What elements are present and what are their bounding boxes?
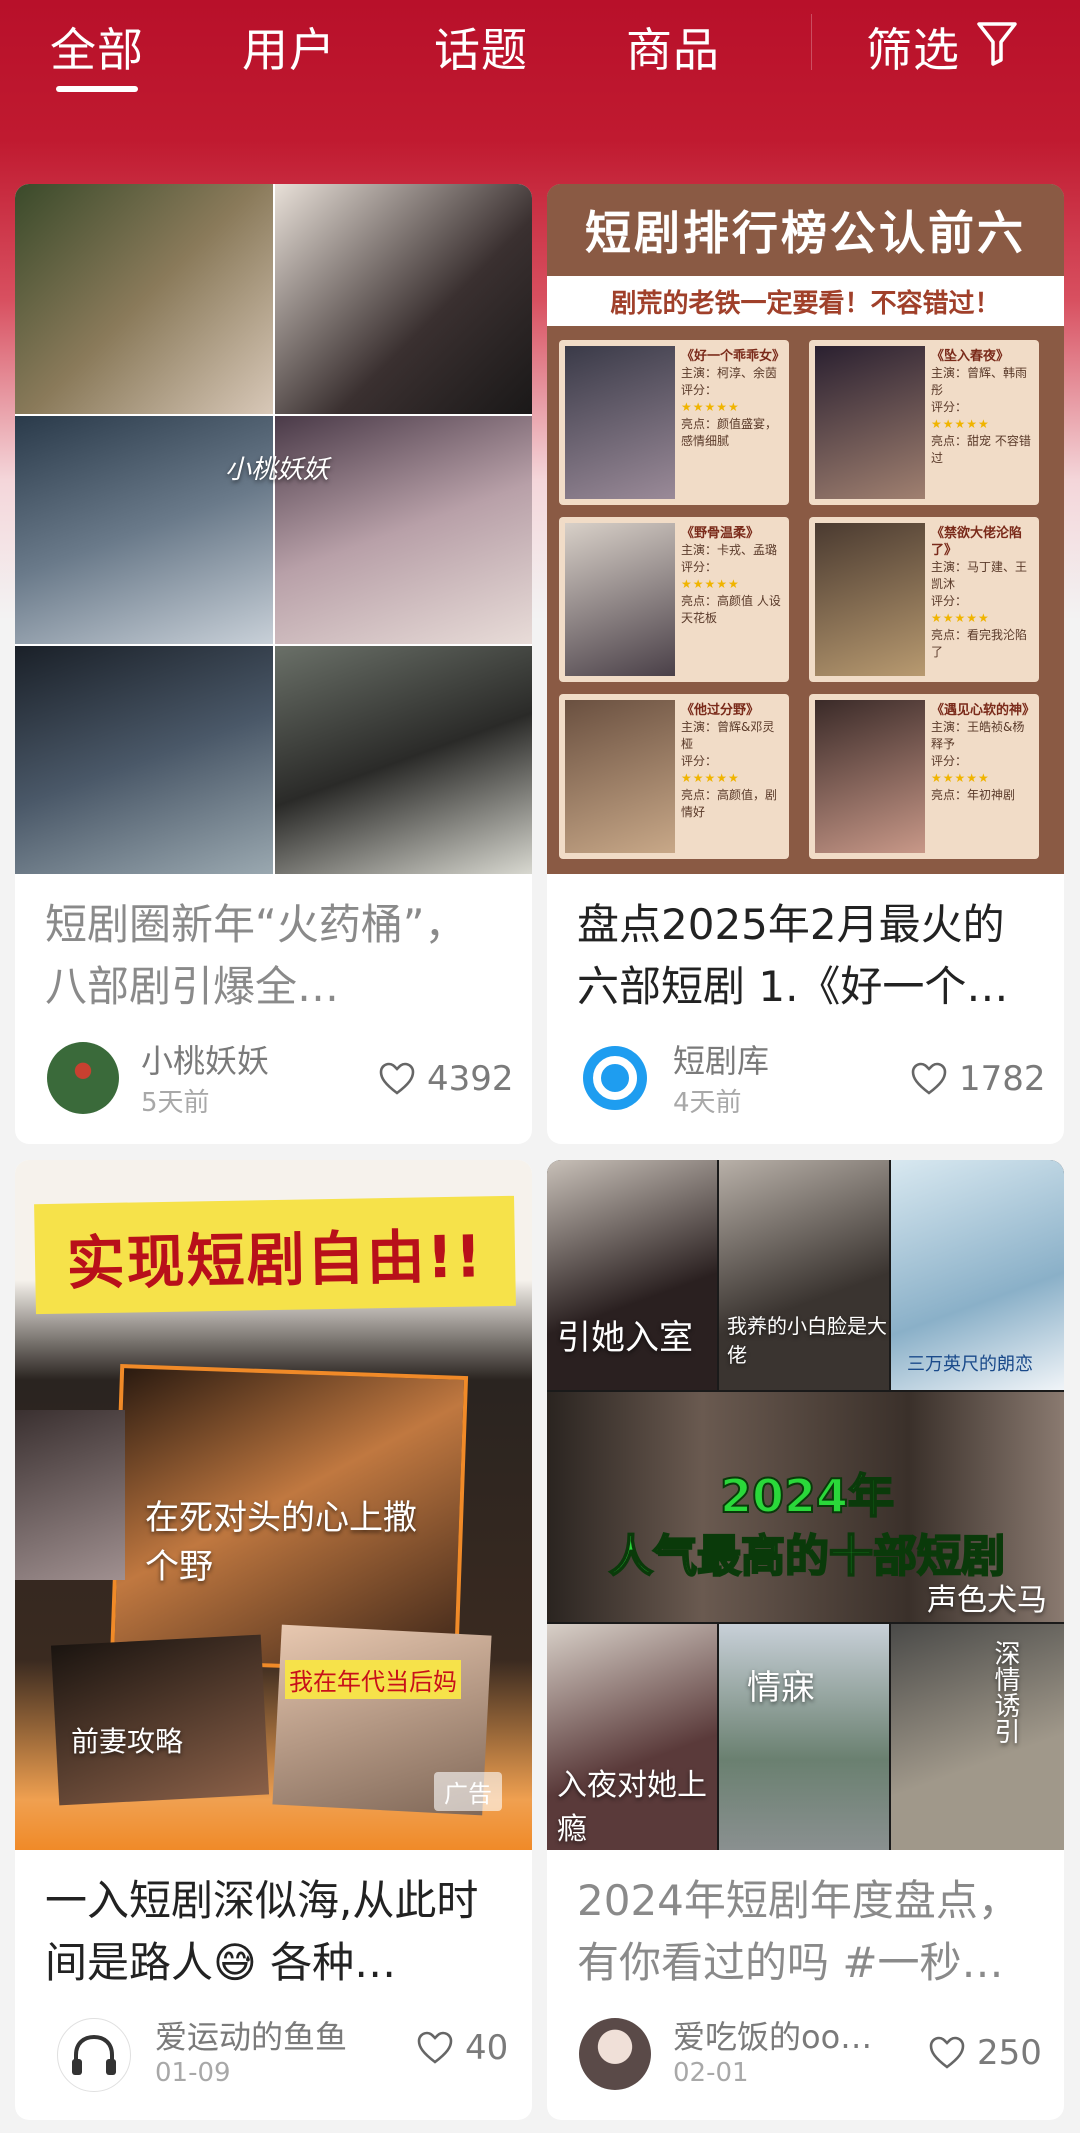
poster-title: 深情诱引 [990,1640,1020,1744]
post-time: 5天前 [141,1088,210,1118]
author-avatar[interactable] [579,1042,651,1114]
post-card[interactable]: 引她入室 我养的小白脸是大佬 三万英尺的朗恋 2024年 人气最高的十部短剧 声… [547,1160,1064,2120]
filter-icon[interactable] [975,18,1019,68]
author-avatar[interactable] [579,2018,651,2090]
author-avatar[interactable] [47,1042,119,1114]
author-avatar[interactable] [57,2018,131,2092]
heart-icon [379,1062,415,1095]
like-count: 40 [465,2028,509,2068]
ranking-item: 《坠入春夜》 主演：曾辉、韩雨彤 评分： ★★★★★ 亮点：甜宠 不容错过 [809,340,1039,505]
author-name[interactable]: 爱吃饭的oo… [673,2012,893,2058]
ranking-item: 《野骨温柔》 主演：卡戎、孟璐 评分： ★★★★★ 亮点：高颜值 人设天花板 [559,517,789,682]
tab-users[interactable]: 用户 [242,14,336,80]
ranking-item: 《遇见心软的神》 主演：王皓祯&杨释予 评分： ★★★★★ 亮点：年初神剧 [809,694,1039,859]
like-button[interactable]: 40 [415,2026,508,2070]
poster-caption: 小桃妖妖 [225,455,330,485]
post-title[interactable]: 短剧圈新年“火药桶”，八部剧引爆全… [45,894,502,1018]
poster-title: 前妻攻略 [71,1725,184,1758]
like-count: 1782 [959,1059,1046,1099]
poster-title: 三万英尺的朗恋 [907,1354,1033,1375]
ad-label: 广告 [434,1772,502,1811]
poster-title: 入夜对她上瘾 [557,1768,707,1847]
like-count: 4392 [427,1059,514,1099]
author-name[interactable]: 小桃妖妖 [141,1036,321,1082]
post-card[interactable]: 短剧排行榜公认前六 剧荒的老铁一定要看！不容错过！ 《好一个乖乖女》 主演：柯淳、… [547,184,1064,1144]
like-button[interactable]: 1782 [909,1057,1046,1101]
like-count: 250 [977,2033,1042,2073]
heart-icon [417,2031,453,2064]
post-time: 4天前 [673,1088,742,1118]
ranking-item: 《好一个乖乖女》 主演：柯淳、余茵 评分： ★★★★★ 亮点：颜值盛宴，感情细腻 [559,340,789,505]
active-tab-indicator [56,86,138,92]
tab-products[interactable]: 商品 [626,14,720,80]
poster-title: 我在年代当后妈 [285,1660,461,1699]
poster-title: 我养的小白脸是大佬 [727,1314,887,1367]
like-button[interactable]: 4392 [377,1057,514,1101]
post-cover-image: 小桃妖妖 [15,184,532,874]
post-cover-image: 短剧排行榜公认前六 剧荒的老铁一定要看！不容错过！ 《好一个乖乖女》 主演：柯淳、… [547,184,1064,874]
post-title[interactable]: 一入短剧深似海,从此时间是路人😅 各种… [45,1870,502,1994]
post-card[interactable]: 实现短剧自由!! 在死对头的心上撒个野 前妻攻略 我在年代当后妈 广告 一入短剧… [15,1160,532,2120]
promo-banner: 实现短剧自由!! [34,1195,516,1315]
poster-title: 在死对头的心上撒个野 [145,1498,417,1587]
heart-icon [929,2036,965,2069]
search-tab-bar: 全部 用户 话题 商品 筛选 [0,0,1080,110]
headphones-icon [72,2034,116,2075]
post-card[interactable]: 小桃妖妖 短剧圈新年“火药桶”，八部剧引爆全… 小桃妖妖 5天前 4392 [15,184,532,1144]
tab-divider [811,14,812,70]
post-cover-image: 实现短剧自由!! 在死对头的心上撒个野 前妻攻略 我在年代当后妈 广告 [15,1160,532,1850]
poster-title: 引她入室 [557,1318,693,1358]
tab-topics[interactable]: 话题 [434,14,528,80]
filter-button[interactable]: 筛选 [866,14,960,80]
poster-title: 情寐 [747,1668,815,1708]
author-name[interactable]: 短剧库 [673,1036,853,1082]
headline-year: 2024年 [719,1468,895,1524]
post-time: 01-09 [155,2058,231,2088]
ranking-item: 《他过分野》 主演：曾辉&邓灵桠 评分： ★★★★★ 亮点：高颜值，剧情好 [559,694,789,859]
ranking-subtitle: 剧荒的老铁一定要看！不容错过！ [547,276,1064,326]
poster-title: 声色犬马 [927,1583,1047,1618]
post-time: 02-01 [673,2058,749,2088]
post-title[interactable]: 2024年短剧年度盘点，有你看过的吗 #一秒… [577,1870,1034,1994]
ranking-item: 《禁欲大佬沦陷了》 主演：马丁建、王凯沐 评分： ★★★★★ 亮点：看完我沦陷了 [809,517,1039,682]
post-title[interactable]: 盘点2025年2月最火的六部短剧 1.《好一个… [577,894,1034,1018]
ranking-banner: 短剧排行榜公认前六 [547,184,1064,276]
post-cover-image: 引她入室 我养的小白脸是大佬 三万英尺的朗恋 2024年 人气最高的十部短剧 声… [547,1160,1064,1850]
author-name[interactable]: 爱运动的鱼鱼 [155,2012,385,2058]
like-button[interactable]: 250 [927,2031,1042,2075]
app-logo-icon [583,1046,647,1110]
heart-icon [911,1062,947,1095]
tab-all[interactable]: 全部 [50,14,144,80]
